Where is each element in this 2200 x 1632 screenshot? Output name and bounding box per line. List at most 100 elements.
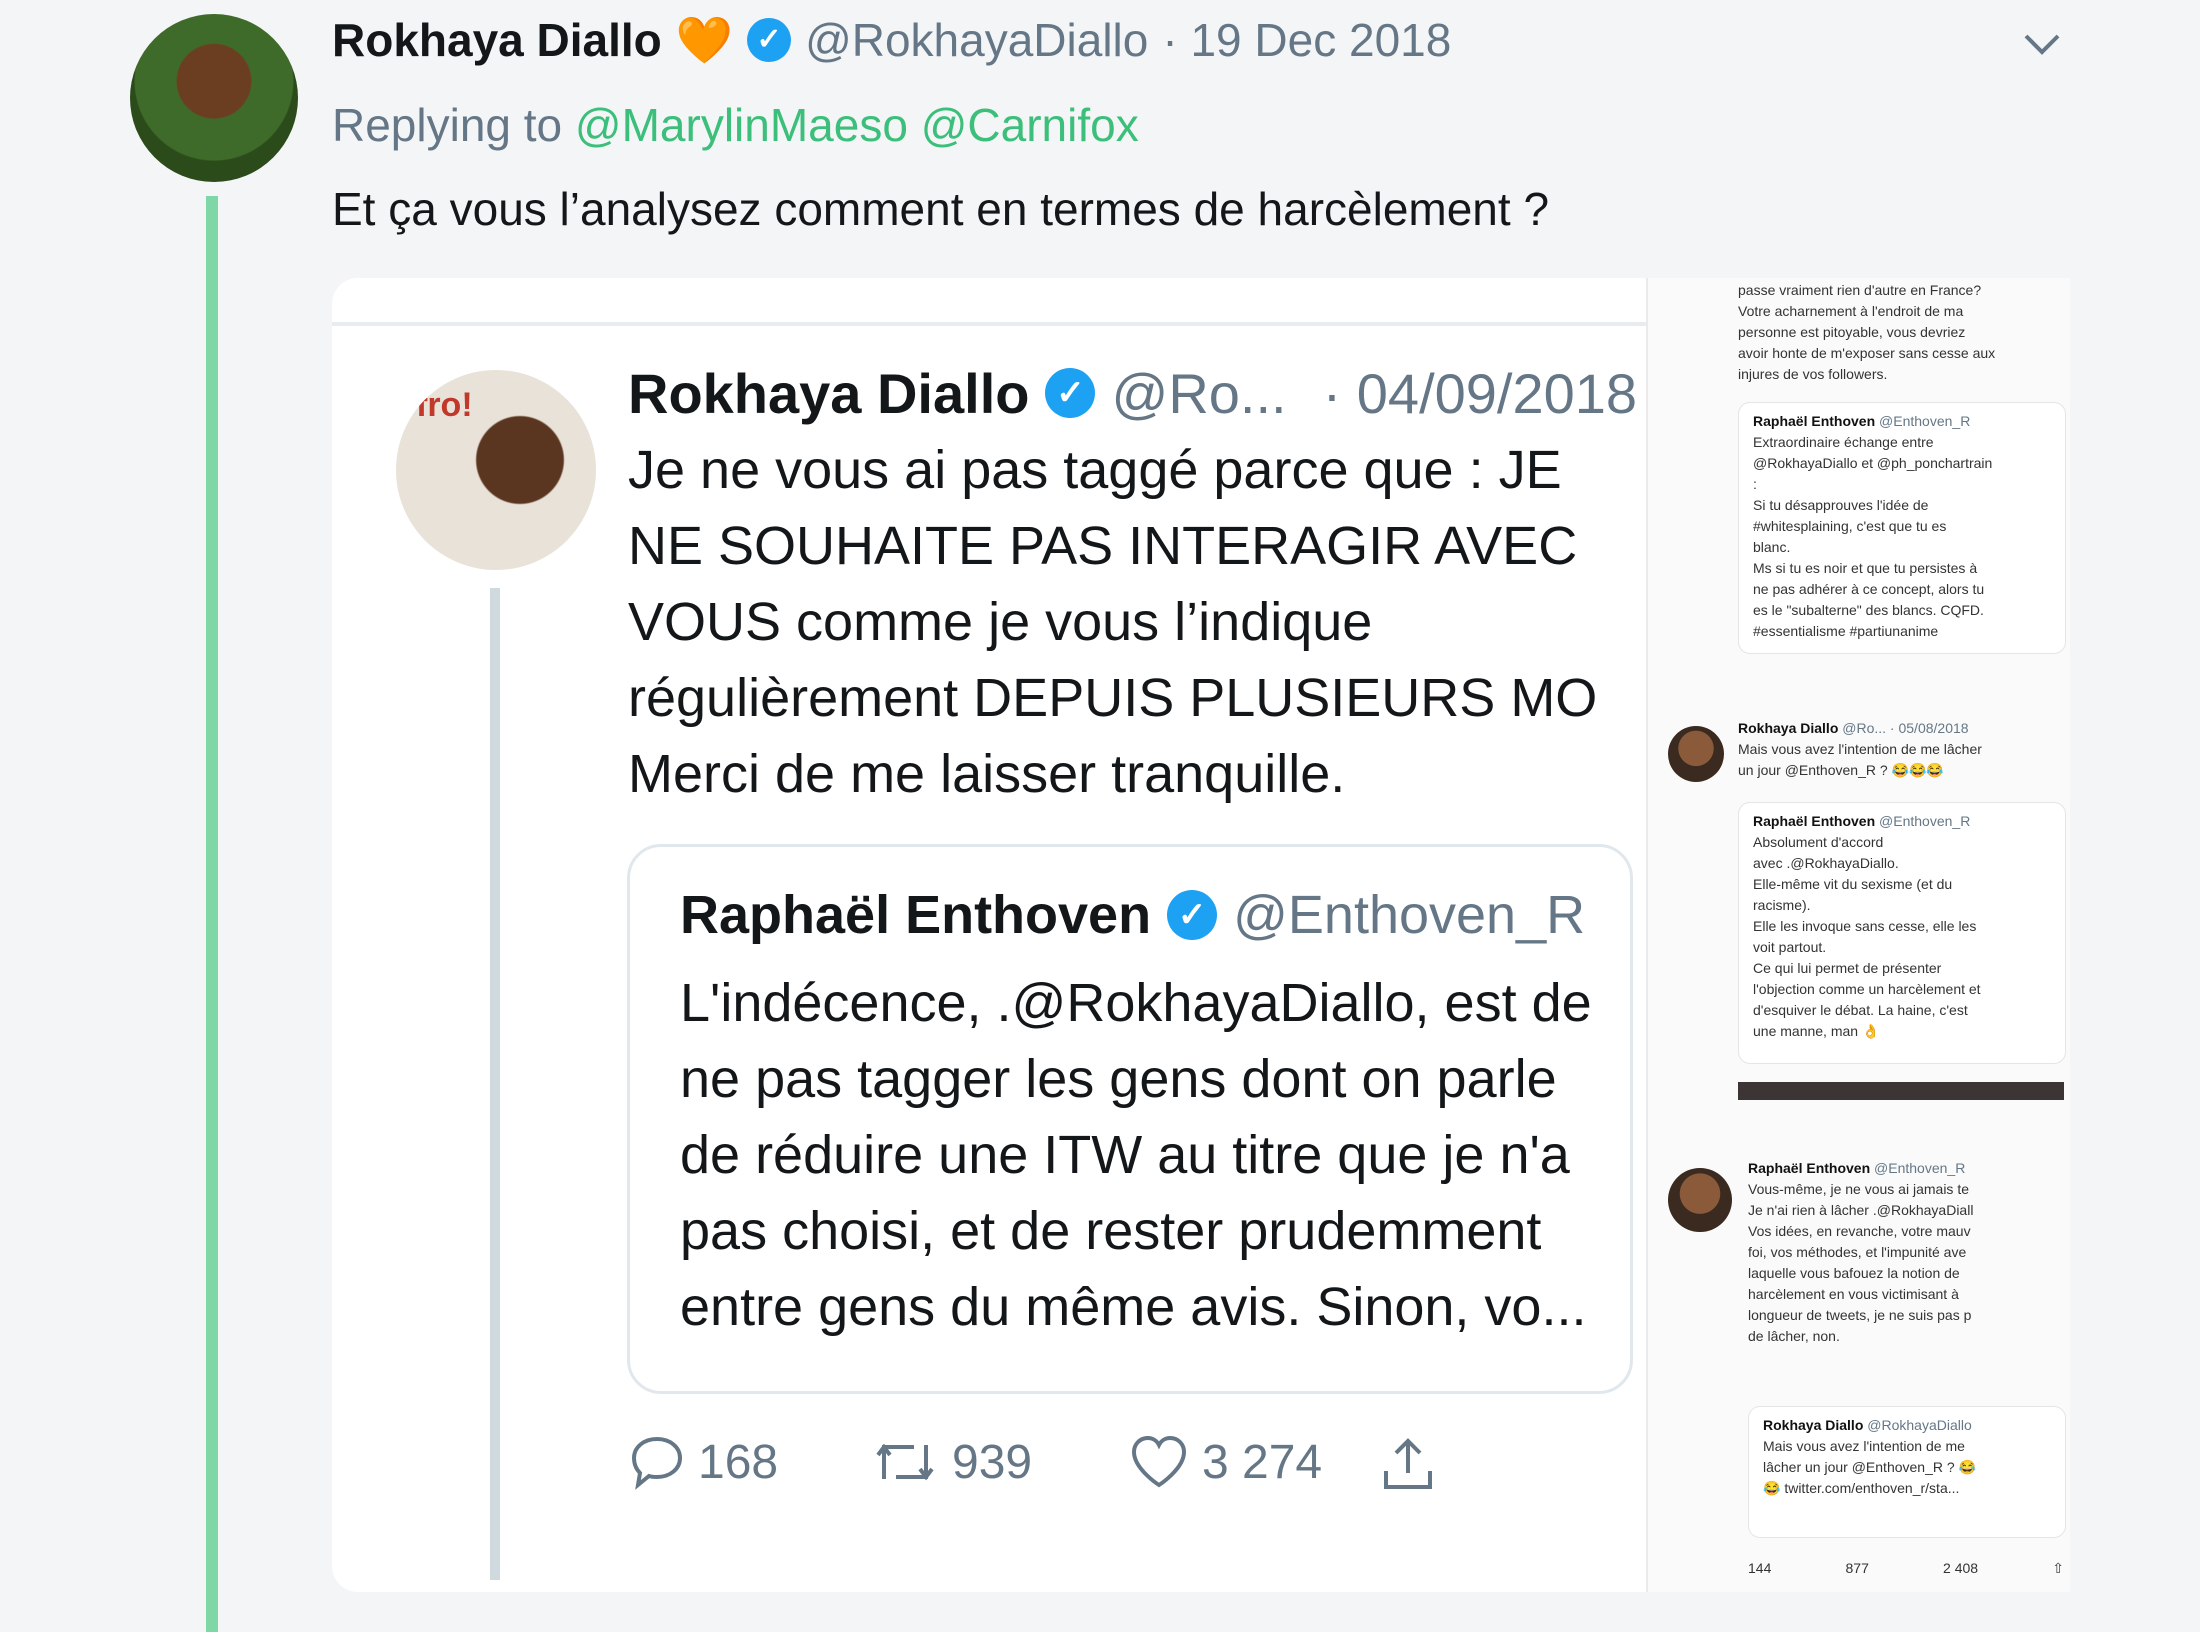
text-line: #essentialisme #partiunanime [1753, 623, 1939, 639]
side-quote-3: Rokhaya Diallo @RokhayaDiallo Mais vous … [1748, 1406, 2066, 1538]
side-handle: @Enthoven_R [1879, 813, 1971, 829]
embedded-author-name: Rokhaya Diallo [628, 361, 1030, 425]
verified-badge-icon: ✓ [1045, 368, 1096, 418]
side-author: Rokhaya Diallo [1763, 1417, 1864, 1433]
reply-icon [631, 1436, 683, 1490]
side-screenshot: passe vraiment rien d'autre en France? V… [1646, 278, 2070, 1592]
side-top-text: passe vraiment rien d'autre en France? V… [1738, 280, 1995, 385]
like-count: 3 274 [1202, 1435, 1323, 1489]
reply-action: 168 [628, 1433, 778, 1491]
quoted-tweet: Raphaël Enthoven ✓ @Enthoven_R L'indécen… [627, 844, 1633, 1394]
share-icon [1384, 1438, 1432, 1489]
text-line: pas choisi, et de rester prudemment [680, 1201, 1542, 1261]
text-line: Votre acharnement à l'endroit de ma [1738, 303, 1964, 319]
side-tweet-2: Rokhaya Diallo @Ro... · 05/08/2018 Mais … [1738, 718, 1982, 781]
text-line: l'objection comme un harcèlement et [1753, 981, 1981, 997]
author-handle[interactable]: @RokhayaDiallo [805, 13, 1148, 67]
text-line: Si tu désapprouves l'idée de [1753, 497, 1929, 513]
text-line: ne pas tagger les gens dont on parle [680, 1049, 1557, 1109]
heart-emoji: 🧡 [675, 13, 734, 66]
tweet-text: Et ça vous l’analysez comment en termes … [332, 183, 1550, 235]
side-meta: @Ro... · 05/08/2018 [1842, 720, 1969, 736]
side-handle: @Enthoven_R [1879, 413, 1971, 429]
side-author: Rokhaya Diallo [1738, 720, 1839, 736]
reply-count: 168 [698, 1435, 779, 1489]
text-line: lâcher un jour @Enthoven_R ? 😂 [1763, 1459, 1976, 1475]
text-line: Merci de me laisser tranquille. [628, 744, 1346, 804]
text-line: de réduire une ITW au titre que je n'a [680, 1125, 1570, 1185]
quoted-header: Raphaël Enthoven ✓ @Enthoven_R [680, 883, 1585, 947]
quoted-text: L'indécence, .@RokhayaDiallo, est de ne … [680, 965, 1592, 1345]
author-avatar[interactable] [130, 14, 298, 182]
side-quote-1: Raphaël Enthoven @Enthoven_R Extraordina… [1738, 402, 2066, 654]
text-line: Mais vous avez l'intention de me lâcher [1738, 741, 1982, 757]
text-line: longueur de tweets, je ne suis pas p [1748, 1307, 1972, 1323]
side-avatar [1668, 726, 1724, 782]
side-tweet-3: Raphaël Enthoven @Enthoven_R Vous-même, … [1748, 1158, 1973, 1347]
embedded-avatar: fro! [396, 370, 596, 570]
side-quote-2: Raphaël Enthoven @Enthoven_R Absolument … [1738, 802, 2066, 1064]
text-line: racisme). [1753, 897, 1811, 913]
side-handle: @Enthoven_R [1874, 1160, 1966, 1176]
side-stats: 144 877 2 408 ⇧ [1748, 1558, 2064, 1579]
text-line: Absolument d'accord [1753, 834, 1884, 850]
reply-mention-link[interactable]: @Carnifox [921, 99, 1139, 151]
text-line: personne est pitoyable, vous devriez [1738, 324, 1966, 340]
text-line: une manne, man 👌 [1753, 1023, 1880, 1039]
text-line: injures de vos followers. [1738, 366, 1888, 382]
text-line: Vos idées, en revanche, votre mauv [1748, 1223, 1971, 1239]
thread-line [206, 196, 218, 1632]
side-share-icon: ⇧ [2052, 1560, 2064, 1576]
text-line: blanc. [1753, 539, 1791, 555]
embedded-handle: @Ro... [1111, 361, 1287, 425]
text-line: Extraordinaire échange entre [1753, 434, 1934, 450]
chevron-down-icon[interactable] [2020, 22, 2064, 66]
text-line: NE SOUHAITE PAS INTERAGIR AVEC [628, 516, 1578, 576]
text-line: es le "subalterne" des blancs. CQFD. [1753, 602, 1984, 618]
retweet-count: 939 [952, 1435, 1033, 1489]
text-line: de lâcher, non. [1748, 1328, 1840, 1344]
text-line: Mais vous avez l'intention de me [1763, 1438, 1965, 1454]
text-line: entre gens du même avis. Sinon, vo... [680, 1277, 1587, 1337]
text-line: avoir honte de m'exposer sans cesse aux [1738, 345, 1996, 361]
text-line: un jour @Enthoven_R ? 😂😂😂 [1738, 762, 1944, 778]
quoted-author-name: Raphaël Enthoven [680, 885, 1152, 945]
text-line: Ms si tu es noir et que tu persistes à [1753, 560, 1978, 576]
text-line: @RokhayaDiallo et @ph_ponchartrain [1753, 455, 1993, 471]
side-like-count: 2 408 [1943, 1560, 1979, 1576]
text-line: Elle les invoque sans cesse, elle les [1753, 918, 1977, 934]
text-line: L'indécence, .@RokhayaDiallo, est de [680, 973, 1592, 1033]
embedded-date: · 04/09/2018 [1322, 361, 1638, 425]
tweet-header: Rokhaya Diallo 🧡 ✓ @RokhayaDiallo · 19 D… [332, 10, 1451, 70]
text-line: Je n'ai rien à lâcher .@RokhayaDiall [1748, 1202, 1974, 1218]
verified-badge-icon: ✓ [1167, 890, 1218, 940]
text-line: Je ne vous ai pas taggé parce que : JE [628, 440, 1562, 500]
embedded-header: Rokhaya Diallo ✓ @Ro... · 04/09/2018 [628, 358, 1637, 428]
replying-label: Replying to [332, 99, 563, 151]
text-line: : [1753, 476, 1757, 492]
text-line: d'esquiver le débat. La haine, c'est [1753, 1002, 1968, 1018]
text-line: voit partout. [1753, 939, 1827, 955]
reply-mention-link[interactable]: @MarylinMaeso [575, 99, 908, 151]
like-action: 3 274 [1128, 1433, 1322, 1491]
text-line: ne pas adhérer à ce concept, alors tu [1753, 581, 1985, 597]
heart-icon [1131, 1435, 1187, 1488]
side-reply-count: 144 [1748, 1560, 1772, 1576]
side-handle: @RokhayaDiallo [1867, 1417, 1972, 1433]
side-author: Raphaël Enthoven [1753, 813, 1876, 829]
divider [1738, 1082, 2064, 1100]
author-name[interactable]: Rokhaya Diallo [332, 13, 662, 67]
text-line: avec .@RokhayaDiallo. [1753, 855, 1899, 871]
text-line: Vous-même, je ne vous ai jamais te [1748, 1181, 1969, 1197]
embedded-thread-line [490, 588, 500, 1580]
text-line: foi, vos méthodes, et l'impunité ave [1748, 1244, 1967, 1260]
side-author: Raphaël Enthoven [1748, 1160, 1871, 1176]
retweet-action: 939 [870, 1433, 1032, 1491]
side-retweet-count: 877 [1845, 1560, 1869, 1576]
avatar-logo-text: fro! [416, 386, 473, 424]
embedded-tweet-text: Je ne vous ai pas taggé parce que : JE N… [628, 432, 1597, 812]
text-line: Ce qui lui permet de présenter [1753, 960, 1942, 976]
text-line: harcèlement en vous victimisant à [1748, 1286, 1959, 1302]
tweet-date[interactable]: · 19 Dec 2018 [1162, 13, 1451, 67]
quoted-handle: @Enthoven_R [1233, 885, 1586, 945]
